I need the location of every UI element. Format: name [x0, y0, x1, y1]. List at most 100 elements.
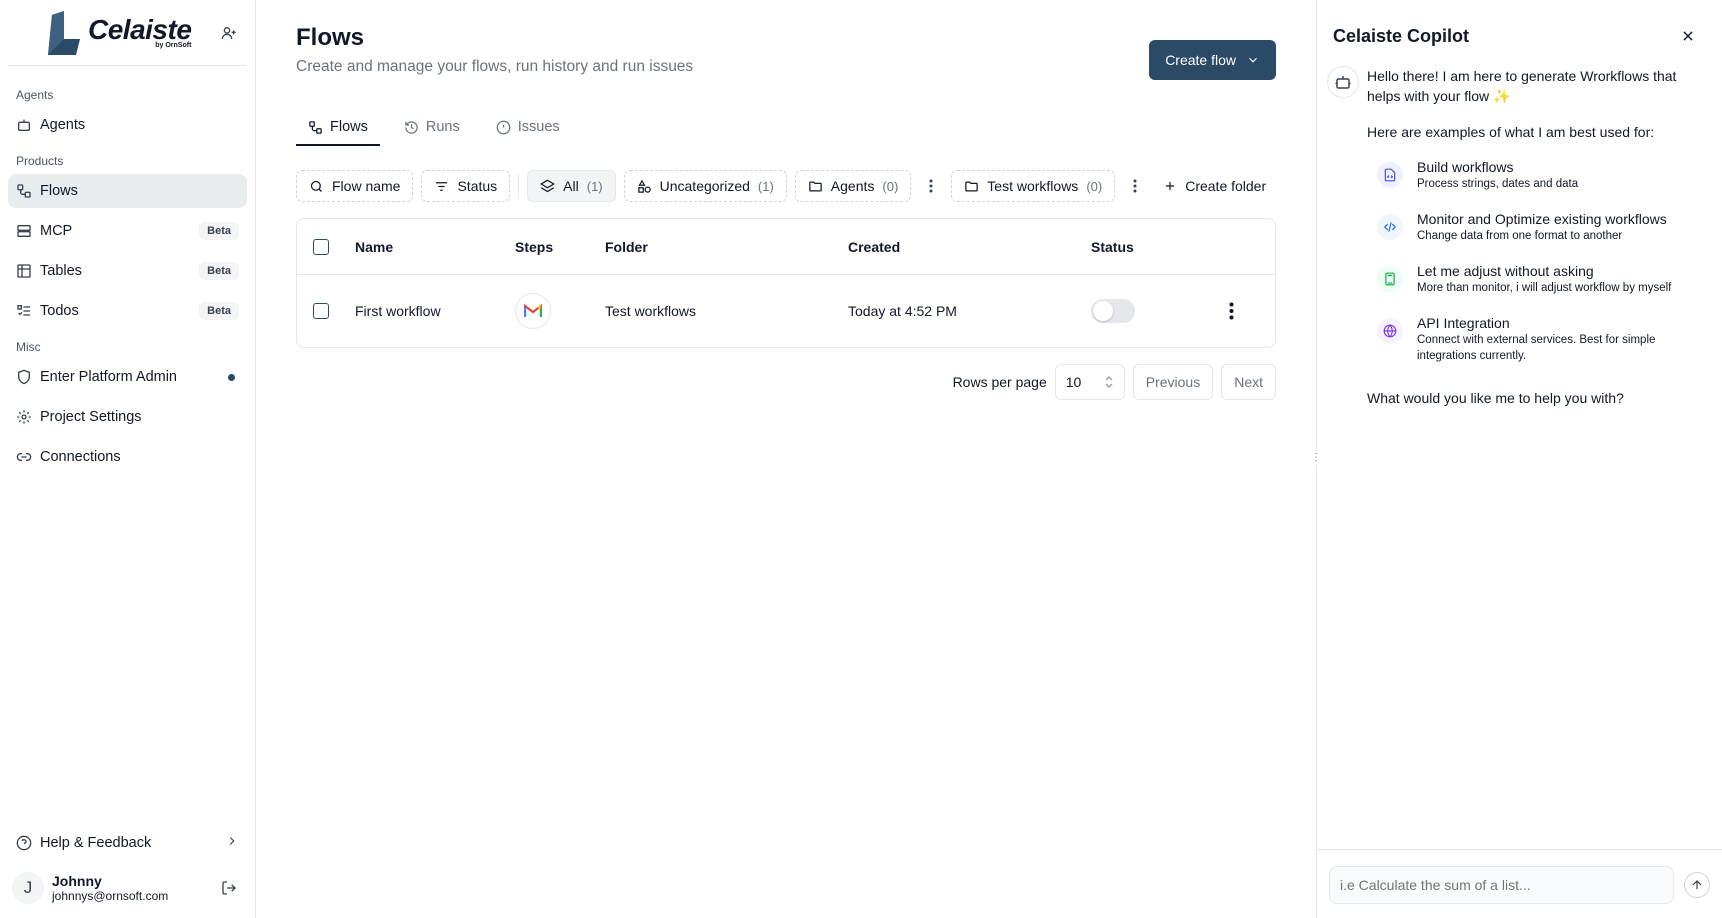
- select-all-checkbox[interactable]: [313, 238, 329, 255]
- folder-label: Agents: [830, 178, 875, 194]
- workflow-icon: [16, 183, 32, 199]
- sidebar-item-label: Enter Platform Admin: [40, 369, 177, 385]
- send-button[interactable]: [1684, 872, 1710, 898]
- sidebar-item-agents[interactable]: Agents: [8, 108, 247, 142]
- sidebar-nav: Agents Agents Products Flows MCP Beta Ta…: [0, 66, 255, 826]
- invite-user-button[interactable]: [215, 19, 243, 47]
- sidebar-footer: Help & Feedback J Johnny johnnys@ornsoft…: [0, 826, 255, 918]
- status-filter[interactable]: Status: [421, 170, 511, 202]
- sidebar-item-project-settings[interactable]: Project Settings: [8, 400, 247, 434]
- column-header-name: Name: [355, 238, 394, 255]
- folder-label: All: [563, 178, 579, 194]
- folder-icon: [965, 181, 979, 191]
- example-adjust-without-asking[interactable]: Let me adjust without asking More than mo…: [1377, 262, 1706, 296]
- brand-name: Celaiste: [88, 14, 192, 45]
- resize-handle[interactable]: ⋮: [1311, 452, 1321, 466]
- filter-bar: Flow name Status All (1) Uncategorized (…: [296, 170, 1276, 202]
- sidebar-item-connections[interactable]: Connections: [8, 440, 247, 474]
- plus-icon: [1166, 181, 1175, 191]
- flows-table: Name Steps Folder Created Status First w…: [296, 218, 1276, 348]
- example-api-integration[interactable]: API Integration Connect with external ser…: [1377, 314, 1706, 364]
- main-content: Flows Create and manage your flows, run …: [256, 0, 1316, 918]
- folder-test-menu-button[interactable]: [1123, 170, 1147, 202]
- sidebar-item-todos[interactable]: Todos Beta: [8, 294, 247, 328]
- folder-agents[interactable]: Agents (0): [794, 170, 912, 202]
- close-copilot-button[interactable]: [1674, 22, 1702, 50]
- page-title: Flows: [296, 24, 365, 51]
- table-icon: [16, 263, 32, 279]
- copilot-conversation: Hello there! I am here to generate Wrork…: [1317, 50, 1722, 849]
- copilot-examples-intro: Here are examples of what I am best used…: [1367, 124, 1655, 140]
- example-title: Monitor and Optimize existing workflows: [1417, 211, 1667, 227]
- example-title: Build workflows: [1417, 159, 1514, 175]
- tab-runs[interactable]: Runs: [392, 110, 472, 146]
- logout-button[interactable]: [215, 874, 243, 902]
- user-plus-icon: [221, 26, 236, 39]
- gear-icon: [16, 409, 32, 425]
- copilot-input-bar: [1317, 849, 1722, 918]
- create-folder-label: Create folder: [1185, 178, 1267, 194]
- avatar: J: [12, 872, 44, 904]
- folder-icon: [809, 181, 822, 191]
- tab-label: Issues: [517, 119, 560, 135]
- chevron-right-icon: [225, 834, 239, 852]
- sidebar-item-flows[interactable]: Flows: [8, 174, 247, 208]
- sidebar-item-label: Agents: [40, 117, 86, 133]
- flow-folder: Test workflows: [605, 303, 697, 319]
- create-flow-button[interactable]: Create flow: [1149, 40, 1276, 80]
- folder-count: (0): [882, 178, 899, 194]
- previous-page-button[interactable]: Previous: [1132, 364, 1214, 400]
- next-page-button[interactable]: Next: [1221, 364, 1276, 400]
- sidebar-item-label: Project Settings: [40, 409, 142, 425]
- filter-label: Flow name: [332, 178, 401, 194]
- row-checkbox[interactable]: [313, 303, 329, 319]
- logo[interactable]: Celaiste by OrnSoft: [46, 10, 192, 55]
- more-vertical-icon: [1133, 179, 1137, 193]
- rows-per-page-select[interactable]: 10: [1054, 364, 1125, 400]
- flow-created: Today at 4:52 PM: [848, 303, 957, 319]
- help-label: Help & Feedback: [40, 835, 152, 851]
- flow-name[interactable]: First workflow: [355, 303, 515, 319]
- folder-uncategorized[interactable]: Uncategorized (1): [623, 170, 787, 202]
- sidebar-item-label: MCP: [40, 223, 73, 239]
- copilot-prompt-input[interactable]: [1329, 866, 1674, 904]
- example-monitor-optimize[interactable]: Monitor and Optimize existing workflows C…: [1377, 210, 1706, 244]
- rows-per-page-label: Rows per page: [952, 374, 1047, 390]
- column-header-steps: Steps: [515, 238, 554, 255]
- copilot-greeting: Hello there! I am here to generate Wrork…: [1367, 68, 1677, 104]
- flow-name-filter[interactable]: Flow name: [296, 170, 414, 202]
- folder-count: (1): [586, 178, 603, 194]
- folder-all[interactable]: All (1): [527, 170, 616, 202]
- sidebar-item-tables[interactable]: Tables Beta: [8, 254, 247, 288]
- tab-label: Flows: [330, 119, 368, 135]
- table-row[interactable]: First workflow Test workflows Today at 4…: [297, 275, 1275, 347]
- page-subtitle: Create and manage your flows, run histor…: [296, 58, 694, 75]
- calculator-icon: [1377, 266, 1403, 292]
- section-label-misc: Misc: [16, 340, 41, 354]
- gmail-icon: [515, 293, 551, 329]
- folder-count: (0): [1086, 178, 1103, 194]
- create-folder-button[interactable]: Create folder: [1155, 170, 1274, 202]
- more-vertical-icon: [929, 179, 933, 193]
- copilot-panel: ⋮ Celaiste Copilot Hello there! I am her…: [1311, 0, 1722, 918]
- notification-dot: [228, 373, 235, 381]
- example-desc: Change data from one format to another: [1417, 230, 1623, 242]
- sidebar-item-mcp[interactable]: MCP Beta: [8, 214, 247, 248]
- alert-circle-icon: [496, 120, 511, 134]
- copilot-title: Celaiste Copilot: [1333, 25, 1470, 46]
- copilot-message: Hello there! I am here to generate Wrork…: [1367, 66, 1706, 849]
- example-build-workflows[interactable]: Build workflows Process strings, dates an…: [1377, 158, 1706, 192]
- sidebar-item-platform-admin[interactable]: Enter Platform Admin: [8, 360, 247, 394]
- flow-status-toggle[interactable]: [1091, 299, 1135, 323]
- folder-agents-menu-button[interactable]: [919, 170, 943, 202]
- row-actions-button[interactable]: [1201, 302, 1261, 320]
- chevrons-up-down-icon: [1105, 376, 1113, 388]
- folder-label: Uncategorized: [659, 178, 750, 194]
- help-feedback-button[interactable]: Help & Feedback: [8, 826, 247, 860]
- folder-test-workflows[interactable]: Test workflows (0): [951, 170, 1116, 202]
- tab-flows[interactable]: Flows: [296, 110, 380, 146]
- tabs: Flows Runs Issues: [296, 110, 1276, 146]
- beta-badge: Beta: [199, 302, 239, 320]
- user-email: johnnys@ornsoft.com: [52, 889, 169, 903]
- tab-issues[interactable]: Issues: [484, 110, 572, 146]
